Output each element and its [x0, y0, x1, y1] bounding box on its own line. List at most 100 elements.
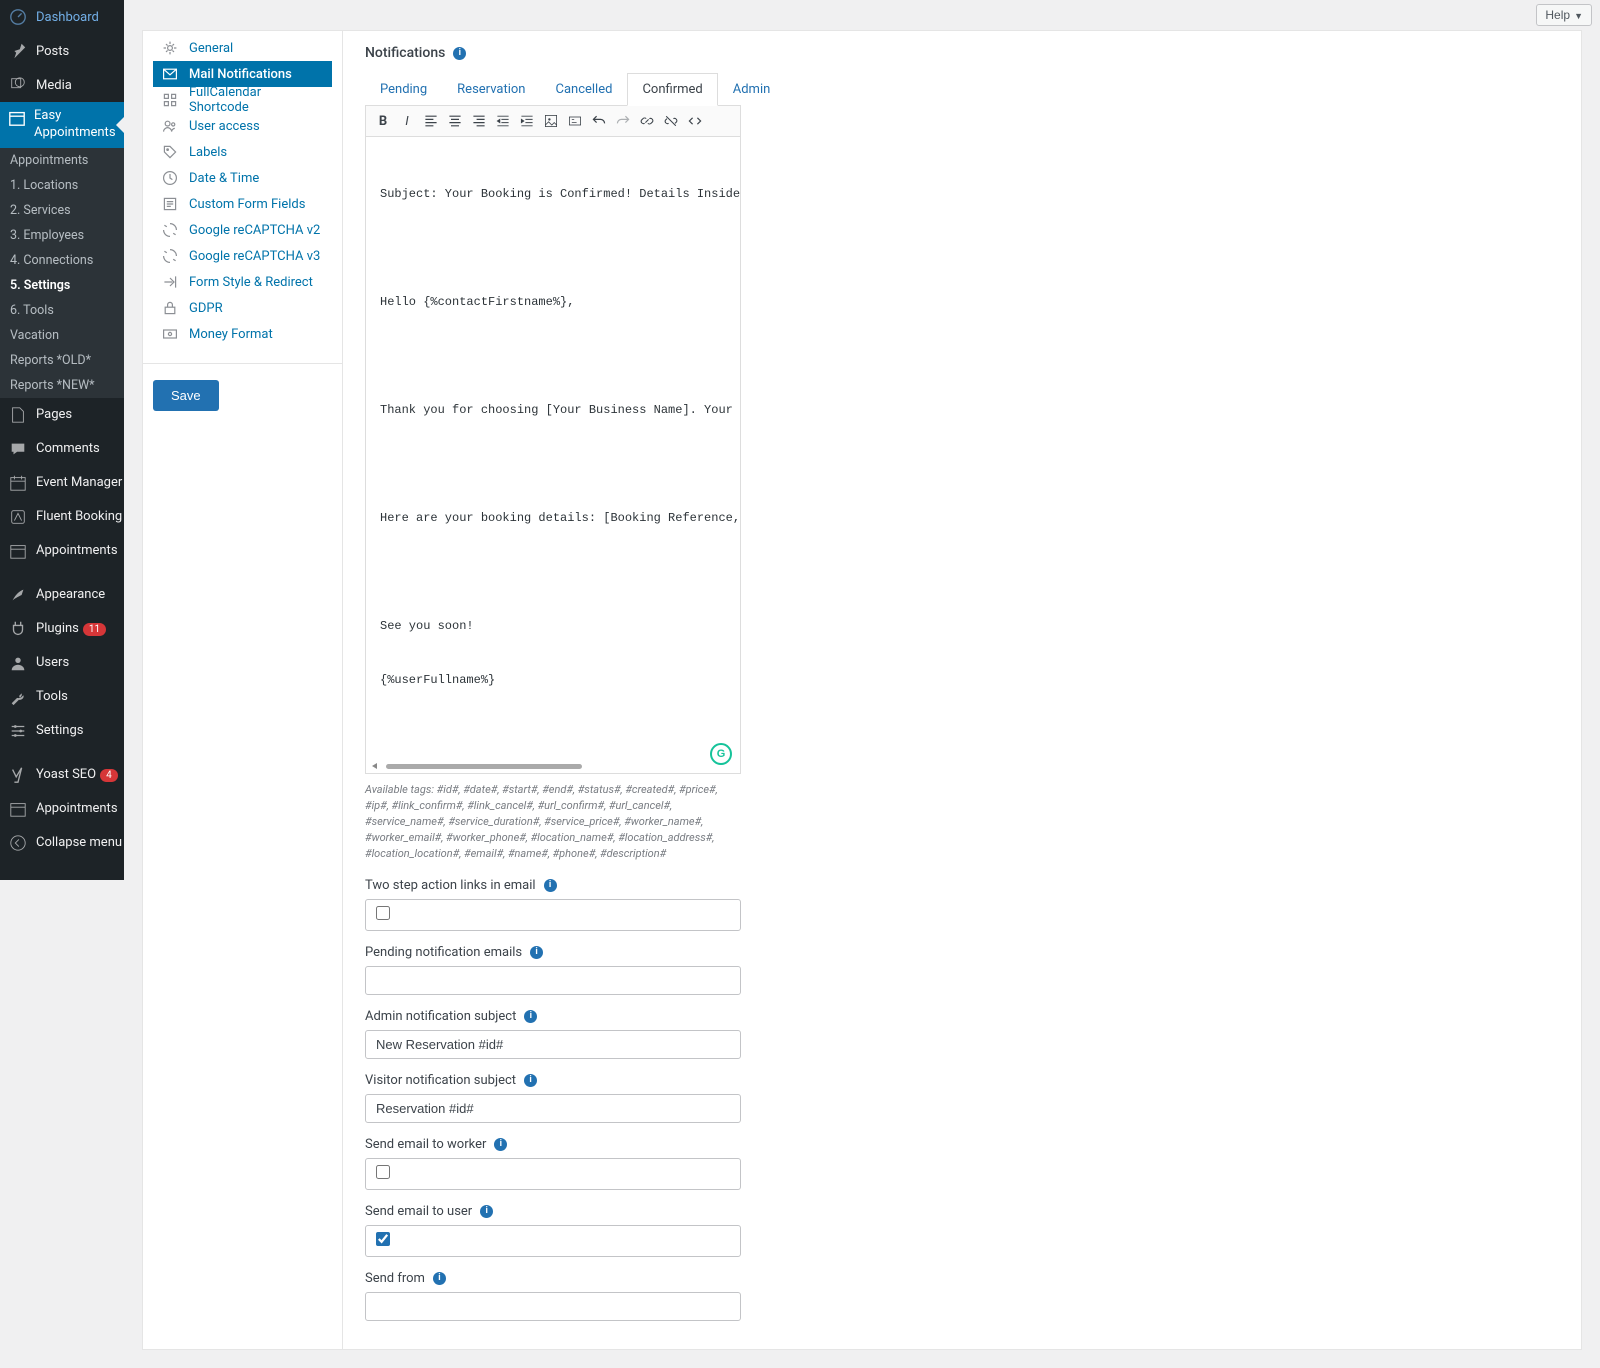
menu-tools[interactable]: Tools: [0, 680, 124, 714]
settings-nav-form-style[interactable]: Form Style & Redirect: [153, 269, 332, 295]
menu-comments[interactable]: Comments: [0, 432, 124, 466]
media-icon: [8, 75, 28, 95]
menu-label: Easy Appointments: [34, 108, 124, 142]
two-step-checkbox[interactable]: [376, 906, 390, 920]
menu-appointments-2[interactable]: Appointments: [0, 534, 124, 568]
settings-nav-fullcalendar[interactable]: FullCalendar Shortcode: [153, 87, 332, 113]
info-icon[interactable]: i: [433, 1272, 446, 1285]
menu-collapse[interactable]: Collapse menu: [0, 826, 124, 860]
sub-vacation[interactable]: Vacation: [0, 323, 124, 348]
info-icon[interactable]: i: [530, 946, 543, 959]
settings-nav-custom-form[interactable]: Custom Form Fields: [153, 191, 332, 217]
menu-users[interactable]: Users: [0, 646, 124, 680]
sub-settings[interactable]: 5. Settings: [0, 273, 124, 298]
sub-reports-old[interactable]: Reports *OLD*: [0, 348, 124, 373]
info-icon[interactable]: i: [544, 879, 557, 892]
menu-yoast[interactable]: Yoast SEO4: [0, 758, 124, 792]
save-button[interactable]: Save: [153, 380, 219, 411]
align-center-button[interactable]: [444, 110, 466, 132]
send-user-checkbox[interactable]: [376, 1232, 390, 1246]
gear-icon: [161, 39, 179, 57]
align-right-button[interactable]: [468, 110, 490, 132]
menu-pages[interactable]: Pages: [0, 398, 124, 432]
visitor-subject-input[interactable]: [365, 1094, 741, 1123]
admin-sidebar: Dashboard Posts Media Easy Appointments …: [0, 0, 124, 880]
menu-plugins[interactable]: Plugins11: [0, 612, 124, 646]
tab-admin[interactable]: Admin: [718, 73, 786, 106]
link-button[interactable]: [636, 110, 658, 132]
scroll-thumb[interactable]: [386, 764, 582, 769]
code-button[interactable]: [684, 110, 706, 132]
editor-scrollbar[interactable]: [374, 763, 712, 769]
link-var-button[interactable]: [564, 110, 586, 132]
sub-connections[interactable]: 4. Connections: [0, 248, 124, 273]
tab-pending[interactable]: Pending: [365, 73, 442, 106]
info-icon[interactable]: i: [453, 47, 466, 60]
tabs: Pending Reservation Cancelled Confirmed …: [365, 73, 741, 106]
settings-nav-money[interactable]: Money Format: [153, 321, 332, 347]
menu-label: Comments: [36, 441, 100, 456]
info-icon[interactable]: i: [524, 1010, 537, 1023]
info-icon[interactable]: i: [480, 1205, 493, 1218]
menu-fluent-booking[interactable]: Fluent Booking: [0, 500, 124, 534]
italic-button[interactable]: I: [396, 110, 418, 132]
tab-cancelled[interactable]: Cancelled: [540, 73, 627, 106]
sub-appointments[interactable]: Appointments: [0, 148, 124, 173]
settings-nav: General Mail Notifications FullCalendar …: [143, 31, 343, 1349]
settings-nav-recaptcha-v2[interactable]: Google reCAPTCHA v2: [153, 217, 332, 243]
send-worker-checkbox[interactable]: [376, 1165, 390, 1179]
nav-label: Mail Notifications: [189, 67, 292, 82]
image-button[interactable]: [540, 110, 562, 132]
sub-services[interactable]: 2. Services: [0, 198, 124, 223]
submenu-easy-appointments: Appointments 1. Locations 2. Services 3.…: [0, 148, 124, 398]
sub-locations[interactable]: 1. Locations: [0, 173, 124, 198]
sub-reports-new[interactable]: Reports *NEW*: [0, 373, 124, 398]
menu-label: Tools: [36, 689, 68, 704]
sub-employees[interactable]: 3. Employees: [0, 223, 124, 248]
field-label-visitor-subject: Visitor notification subjecti: [365, 1073, 741, 1088]
menu-appearance[interactable]: Appearance: [0, 578, 124, 612]
menu-settings[interactable]: Settings: [0, 714, 124, 748]
outdent-button[interactable]: [516, 110, 538, 132]
unlink-button[interactable]: [660, 110, 682, 132]
settings-nav-user-access[interactable]: User access: [153, 113, 332, 139]
settings-nav-mail[interactable]: Mail Notifications: [153, 61, 332, 87]
menu-appointments-3[interactable]: Appointments: [0, 792, 124, 826]
bold-button[interactable]: B: [372, 110, 394, 132]
send-from-input[interactable]: [365, 1292, 741, 1321]
align-left-button[interactable]: [420, 110, 442, 132]
pending-emails-input[interactable]: [365, 966, 741, 995]
settings-nav-gdpr[interactable]: GDPR: [153, 295, 332, 321]
tab-reservation[interactable]: Reservation: [442, 73, 540, 106]
editor-line: [380, 563, 726, 581]
info-icon[interactable]: i: [494, 1138, 507, 1151]
settings-nav-general[interactable]: General: [153, 35, 332, 61]
nav-label: GDPR: [189, 301, 223, 316]
grammarly-icon[interactable]: [710, 743, 732, 765]
menu-posts[interactable]: Posts: [0, 34, 124, 68]
settings-nav-labels[interactable]: Labels: [153, 139, 332, 165]
undo-button[interactable]: [588, 110, 610, 132]
yoast-icon: [8, 765, 28, 785]
info-icon[interactable]: i: [524, 1074, 537, 1087]
indent-button[interactable]: [492, 110, 514, 132]
brush-icon: [8, 585, 28, 605]
recaptcha-icon: [161, 221, 179, 239]
menu-easy-appointments[interactable]: Easy Appointments: [0, 102, 124, 148]
help-button[interactable]: Help▼: [1536, 4, 1592, 26]
settings-nav-recaptcha-v3[interactable]: Google reCAPTCHA v3: [153, 243, 332, 269]
menu-media[interactable]: Media: [0, 68, 124, 102]
section-heading: Notifications i: [365, 45, 741, 61]
sub-tools[interactable]: 6. Tools: [0, 298, 124, 323]
menu-event-manager[interactable]: Event Manager: [0, 466, 124, 500]
redo-button[interactable]: [612, 110, 634, 132]
rte-editor[interactable]: Subject: Your Booking is Confirmed! Deta…: [365, 137, 741, 774]
admin-subject-input[interactable]: [365, 1030, 741, 1059]
recaptcha-icon: [161, 247, 179, 265]
clock-icon: [161, 169, 179, 187]
tab-confirmed[interactable]: Confirmed: [627, 73, 717, 106]
menu-dashboard[interactable]: Dashboard: [0, 0, 124, 34]
badge: 11: [83, 623, 106, 636]
nav-label: Money Format: [189, 327, 273, 342]
settings-nav-date-time[interactable]: Date & Time: [153, 165, 332, 191]
